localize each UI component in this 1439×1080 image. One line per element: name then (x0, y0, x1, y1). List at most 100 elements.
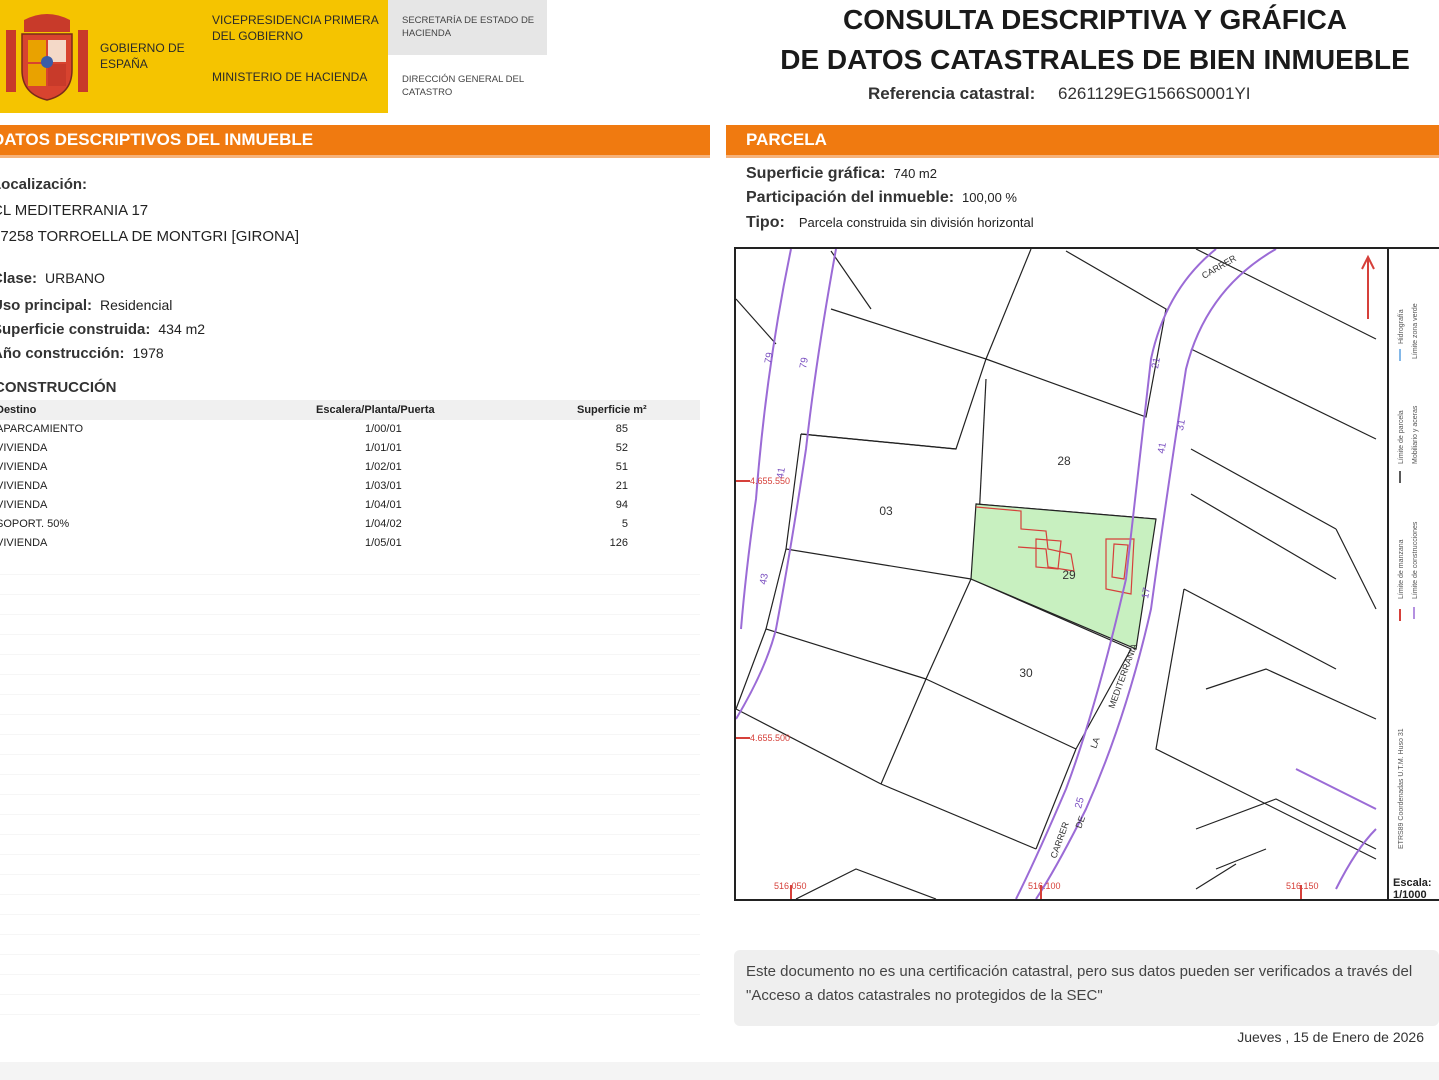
uso-label: Uso principal: (0, 297, 93, 314)
cell-epp: 1/03/01 (365, 480, 402, 492)
participacion-row: Participación del inmueble: 100,00 % (746, 189, 1017, 207)
header-destino: Destino (0, 404, 37, 416)
table-row: APARCAMIENTO 1/00/01 85 (0, 420, 700, 439)
uso-row: Uso principal: Residencial (0, 297, 172, 314)
address-line-2: 17258 TORROELLA DE MONTGRI [GIRONA] (0, 228, 300, 245)
tipo-label: Tipo: (746, 214, 785, 231)
coord-label-x: 516.150 (1286, 881, 1319, 891)
legend-item: Límite zona verde (1412, 303, 1419, 359)
cell-epp: 1/00/01 (365, 423, 402, 435)
legend-crs: ETRS89 Coordenadas U.T.M. Huso 31 (1398, 728, 1405, 849)
cell-sup: 85 (615, 423, 628, 435)
construccion-table: Destino Escalera/Planta/Puerta Superfici… (0, 400, 700, 553)
section-title-parcela: PARCELA (746, 130, 827, 149)
participacion-value: 100,00 % (962, 190, 1017, 205)
street-number-label: 25 (1073, 796, 1087, 810)
clase-value: URBANO (45, 270, 105, 286)
coord-label-y: 4.655.500 (750, 733, 790, 743)
cell-sup: 52 (615, 442, 628, 454)
cell-sup: 5 (621, 518, 628, 530)
street-name-label: CARRER (1048, 820, 1071, 860)
scale-value: 1/1000 (1393, 889, 1427, 901)
scale-block: Escala: 1/1000 (1393, 877, 1432, 901)
table-row: SOPORT. 50% 1/04/02 5 (0, 515, 700, 534)
cell-epp: 1/02/01 (365, 461, 402, 473)
cell-epp: 1/01/01 (365, 442, 402, 454)
anio-value: 1978 (132, 345, 164, 361)
parcel-number-29: 29 (1062, 568, 1076, 582)
gobierno-text: Gobierno de España (100, 41, 185, 71)
legend-item: Límite de construcciones (1412, 521, 1419, 599)
secretaria-text: Secretaría de Estado de Hacienda (402, 15, 535, 39)
clase-label: Clase: (0, 270, 38, 287)
coord-label-y: 4.655.550 (750, 476, 790, 486)
superficie-row: Superficie construida: 434 m2 (0, 321, 205, 338)
street-number-label: 31 (1175, 418, 1188, 431)
table-row: VIVIENDA 1/03/01 21 (0, 477, 700, 496)
table-header: Destino Escalera/Planta/Puerta Superfici… (0, 400, 700, 420)
legend-drawing: Límite de manzana Límite de parcela Lími… (1398, 303, 1419, 849)
section-header-parcela: PARCELA (726, 125, 1439, 155)
page-title: CONSULTA DESCRIPTIVA Y GRÁFICA DE DATOS … (760, 0, 1430, 80)
document-date: Jueves , 15 de Enero de 2026 (1237, 1029, 1424, 1045)
legend-item: Hidrografía (1398, 309, 1405, 344)
table-row: VIVIENDA 1/04/01 94 (0, 496, 700, 515)
street-number-label: 21 (1150, 356, 1163, 369)
superficie-grafica-value: 740 m2 (893, 166, 937, 181)
street-number-label: 79 (763, 351, 776, 364)
secretaria-block: Secretaría de Estado de Hacienda (388, 0, 547, 55)
table-row: VIVIENDA 1/01/01 52 (0, 439, 700, 458)
referencia-value: 6261129EG1566S0001YI (1058, 84, 1251, 103)
street-number-label: 41 (1156, 441, 1169, 454)
direccion-general-text: Dirección General del Catastro (402, 74, 524, 98)
table-row: VIVIENDA 1/05/01 126 (0, 534, 700, 553)
table-row: VIVIENDA 1/02/01 51 (0, 458, 700, 477)
street-number-label: 17 (1140, 586, 1153, 599)
cell-epp: 1/05/01 (365, 537, 402, 549)
section-title-datos: DATOS DESCRIPTIVOS DEL INMUEBLE (0, 130, 314, 149)
cell-destino: APARCAMIENTO (0, 423, 83, 435)
vicepresidencia-text: Vicepresidencia Primera del Gobierno (212, 13, 379, 43)
map-legend: Límite de manzana Límite de parcela Lími… (1389, 247, 1439, 901)
cell-destino: VIVIENDA (0, 480, 48, 492)
title-line-2: DE DATOS CATASTRALES DE BIEN INMUEBLE (780, 44, 1410, 75)
cell-sup: 94 (615, 499, 628, 511)
cell-sup: 126 (609, 537, 628, 549)
coord-label-x: 516.100 (1028, 881, 1061, 891)
street-name-label: DE (1073, 815, 1087, 830)
anio-label: Año construcción: (0, 345, 125, 362)
legend-item: Mobiliario y aceras (1412, 405, 1419, 464)
superficie-grafica-label: Superficie gráfica: (746, 165, 886, 182)
street-name-label: LA (1088, 736, 1101, 750)
superficie-label: Superficie construida: (0, 321, 151, 338)
section-header-datos: DATOS DESCRIPTIVOS DEL INMUEBLE (0, 125, 710, 155)
cell-destino: VIVIENDA (0, 537, 48, 549)
legend-item: Límite de parcela (1398, 410, 1405, 464)
cell-destino: VIVIENDA (0, 499, 48, 511)
construccion-title: CONSTRUCCIÓN (0, 379, 117, 396)
cell-epp: 1/04/01 (365, 499, 402, 511)
legend-item: Límite de manzana (1398, 539, 1405, 599)
cell-epp: 1/04/02 (365, 518, 402, 530)
coat-of-arms-icon (6, 14, 88, 101)
anio-row: Año construcción: 1978 (0, 345, 164, 362)
title-line-1: CONSULTA DESCRIPTIVA Y GRÁFICA (842, 4, 1348, 35)
superficie-value: 434 m2 (158, 321, 206, 337)
clase-row: Clase: URBANO (0, 270, 105, 287)
cadastral-map[interactable]: 28 03 29 30 79 79 41 43 21 31 41 17 25 C… (734, 247, 1389, 901)
participacion-label: Participación del inmueble: (746, 189, 955, 206)
superficie-grafica-row: Superficie gráfica: 740 m2 (746, 165, 937, 183)
tipo-value: Parcela construida sin división horizont… (798, 215, 1034, 230)
referencia-label: Referencia catastral: (868, 84, 1036, 103)
cell-destino: SOPORT. 50% (0, 518, 70, 530)
disclaimer-note: Este documento no es una certificación c… (734, 950, 1439, 1026)
street-number-label: 43 (758, 572, 771, 585)
parcel-number-30: 30 (1019, 666, 1033, 680)
page-bottom-band (0, 1062, 1439, 1080)
header-superficie: Superficie m² (577, 404, 647, 416)
cell-destino: VIVIENDA (0, 442, 48, 454)
cell-sup: 21 (615, 480, 628, 492)
address-line-1: CL MEDITERRANIA 17 (0, 202, 149, 219)
coord-label-x: 516.050 (774, 881, 807, 891)
ministerio-text: Ministerio de Hacienda (212, 70, 368, 84)
